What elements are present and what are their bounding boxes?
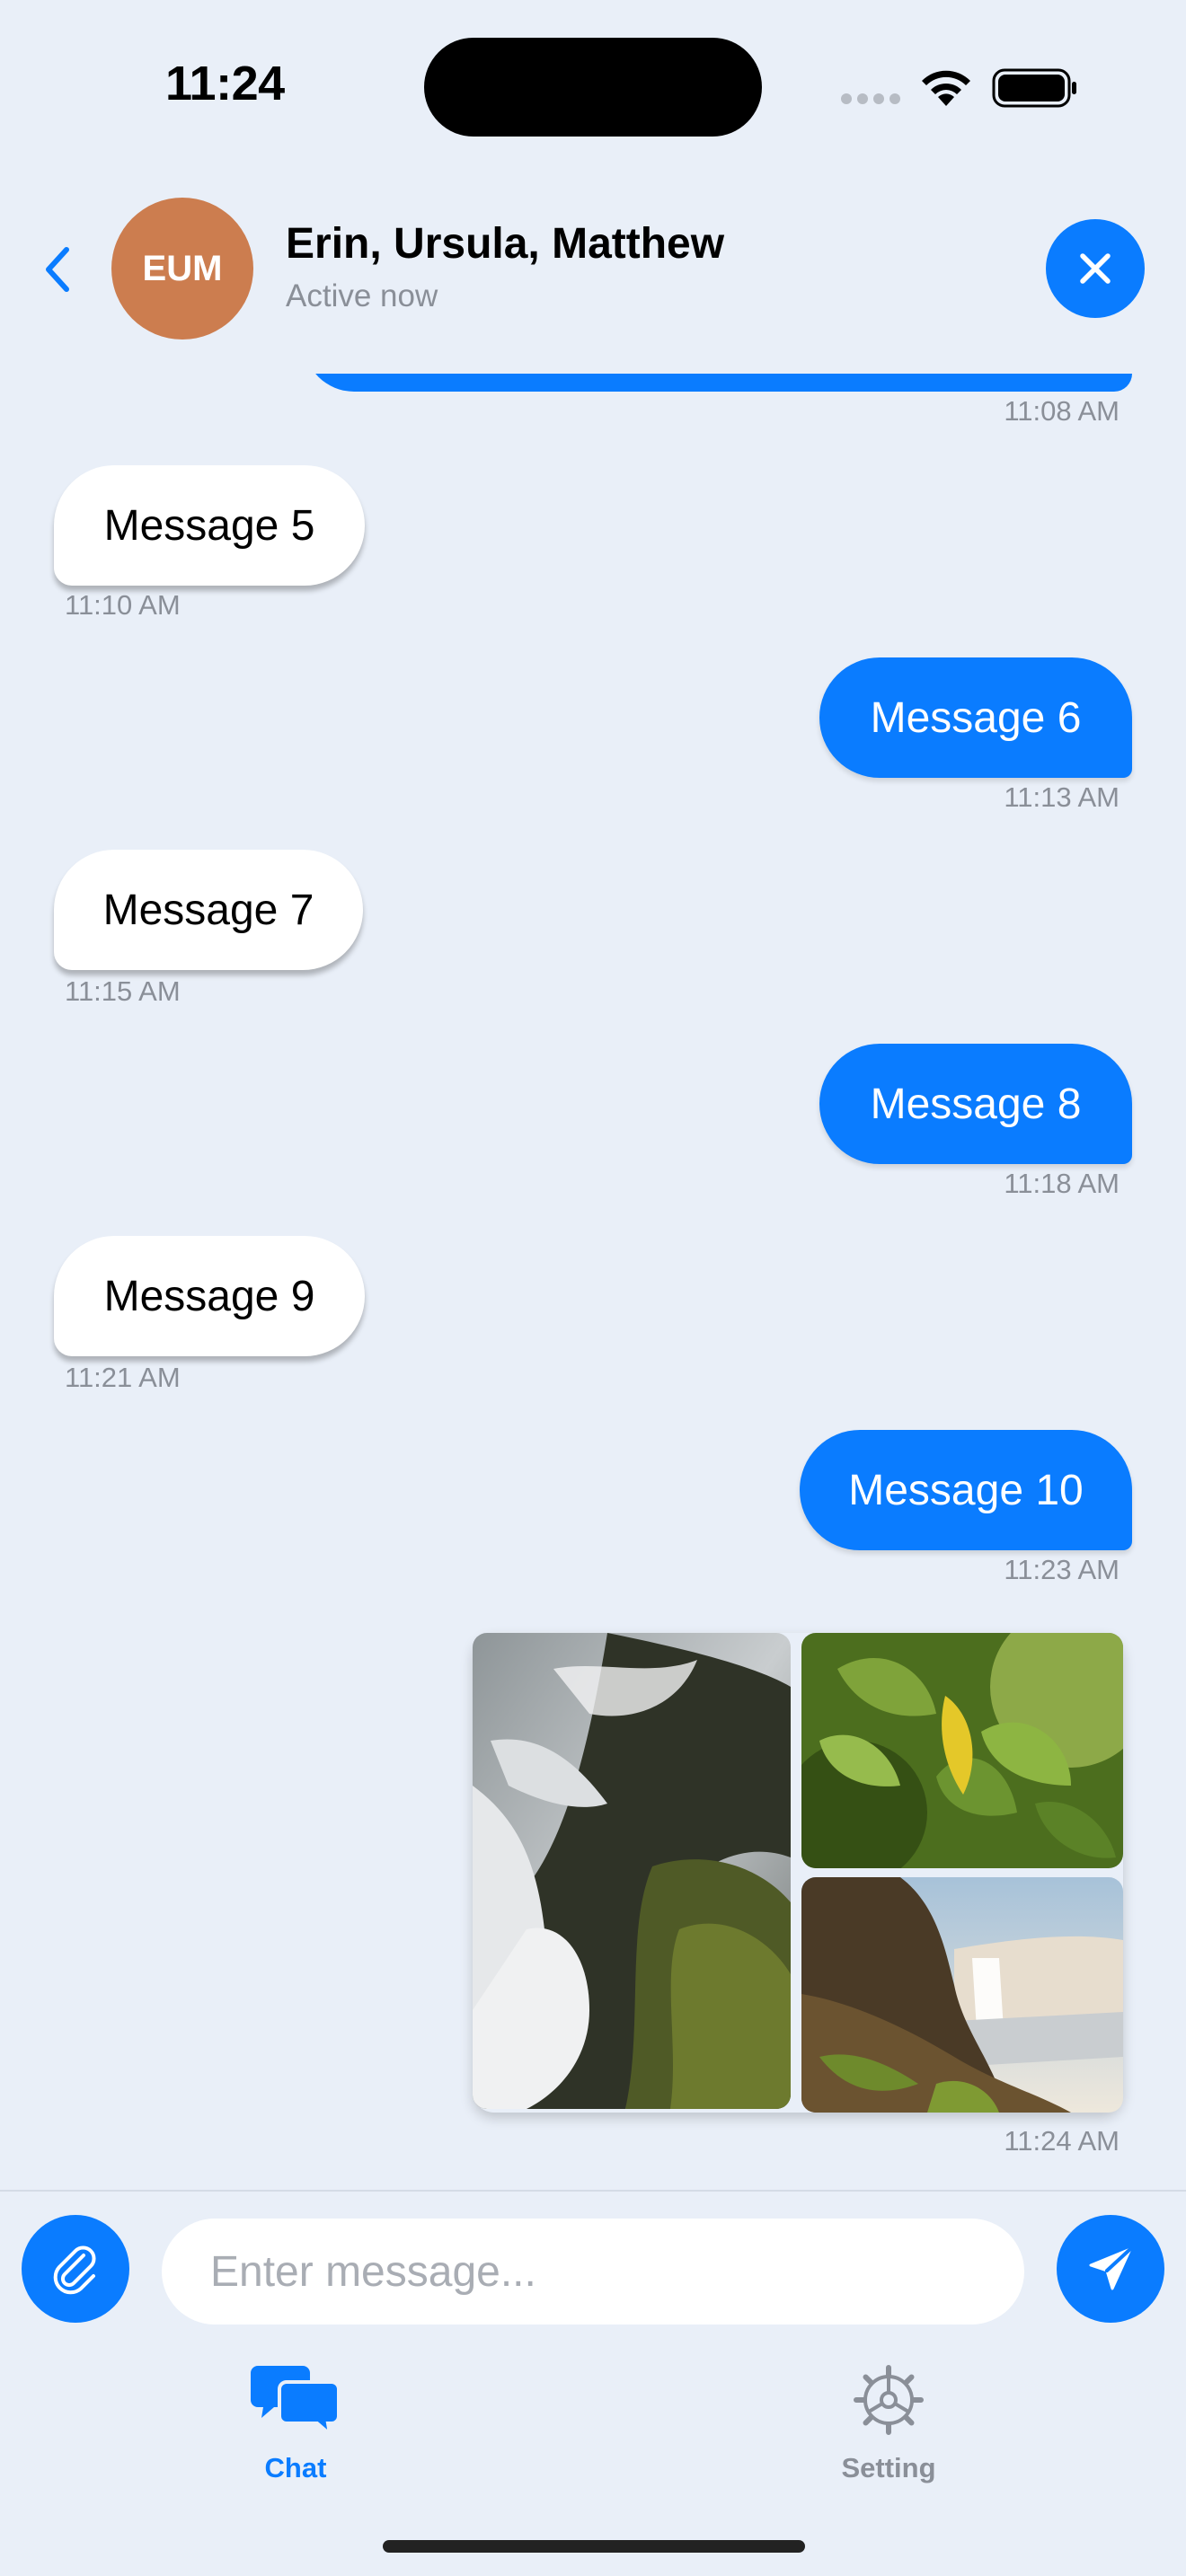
outgoing-bubble[interactable]: Message 8 — [819, 1044, 1132, 1164]
send-icon — [1089, 2247, 1132, 2290]
message-timestamp: 11:24 AM — [1004, 2125, 1120, 2157]
tab-setting[interactable]: Setting — [799, 2362, 978, 2497]
message-list[interactable]: 11:08 AM Message 5 11:10 AM Message 6 11… — [0, 359, 1186, 2190]
message-timestamp: 11:21 AM — [65, 1362, 181, 1393]
chat-screen: 11:24 EUM Erin, Ursula, Matthew Active n… — [0, 0, 1186, 2576]
message-input[interactable] — [162, 2219, 1024, 2325]
incoming-bubble[interactable]: Message 9 — [54, 1236, 365, 1356]
group-avatar[interactable]: EUM — [111, 198, 253, 340]
cellular-signal-icon — [841, 93, 902, 106]
message-timestamp: 11:13 AM — [1004, 781, 1120, 813]
message-timestamp: 11:23 AM — [1004, 1554, 1120, 1585]
message-timestamp: 11:10 AM — [65, 589, 181, 621]
status-time: 11:24 — [165, 57, 285, 110]
chat-title: Erin, Ursula, Matthew — [286, 220, 725, 268]
close-button[interactable] — [1046, 219, 1145, 318]
status-bar: 11:24 — [0, 0, 1186, 162]
battery-icon — [992, 68, 1076, 108]
message-timestamp: 11:15 AM — [65, 975, 181, 1007]
attach-button[interactable] — [22, 2215, 129, 2323]
home-indicator — [383, 2540, 805, 2553]
message-timestamp: 11:18 AM — [1004, 1168, 1120, 1199]
incoming-bubble[interactable]: Message 5 — [54, 465, 365, 586]
gear-icon — [854, 2365, 924, 2435]
send-button[interactable] — [1057, 2215, 1164, 2323]
wifi-icon — [922, 70, 970, 106]
tab-chat-label: Chat — [264, 2452, 327, 2483]
composer-bar: Chat Setting — [0, 2190, 1186, 2576]
photo-waterfall-rocks[interactable] — [473, 1633, 791, 2109]
chat-status: Active now — [286, 278, 438, 313]
chat-bubbles-icon — [251, 2366, 341, 2434]
incoming-bubble[interactable]: Message 7 — [54, 850, 363, 970]
photo-green-leaves[interactable] — [801, 1633, 1123, 1868]
chat-header: EUM Erin, Ursula, Matthew Active now — [0, 162, 1186, 374]
message-timestamp: 11:08 AM — [1004, 395, 1120, 427]
outgoing-bubble[interactable]: Message 10 — [800, 1430, 1132, 1550]
dynamic-island — [424, 38, 762, 137]
back-chevron-icon[interactable] — [38, 243, 77, 296]
close-icon — [1080, 253, 1111, 284]
paperclip-icon — [53, 2245, 96, 2295]
outgoing-bubble[interactable]: Message 6 — [819, 657, 1132, 778]
tab-setting-label: Setting — [841, 2452, 936, 2483]
photo-gallery[interactable] — [473, 1633, 1123, 2113]
photo-waterfall-cliff[interactable] — [801, 1877, 1123, 2113]
tab-chat[interactable]: Chat — [206, 2362, 385, 2497]
